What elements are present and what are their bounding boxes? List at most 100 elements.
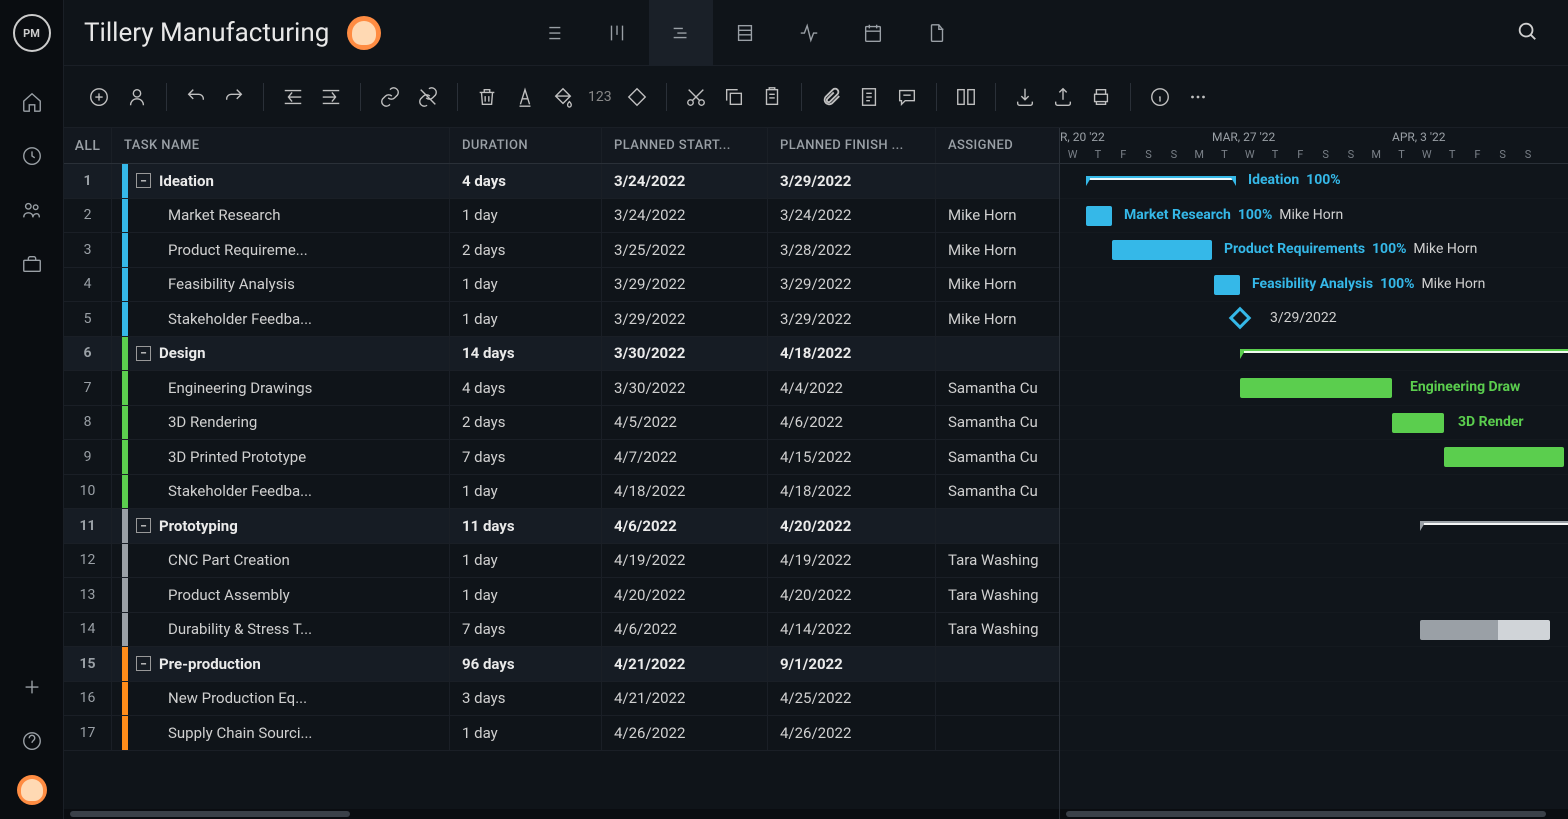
task-row[interactable]: 83D Rendering2 days4/5/20224/6/2022Saman…: [64, 406, 1059, 441]
task-name-cell[interactable]: −Design: [112, 337, 450, 371]
cell-finish[interactable]: 3/29/2022: [768, 164, 936, 198]
cell-finish[interactable]: 3/28/2022: [768, 233, 936, 267]
cell-dur[interactable]: 4 days: [450, 164, 602, 198]
gantt-row[interactable]: [1060, 475, 1568, 510]
task-row[interactable]: 4Feasibility Analysis1 day3/29/20223/29/…: [64, 268, 1059, 303]
cell-assigned[interactable]: [936, 164, 1059, 198]
cell-assigned[interactable]: Samantha Cu: [936, 406, 1059, 440]
cell-start[interactable]: 3/24/2022: [602, 199, 768, 233]
task-name-cell[interactable]: Product Assembly: [112, 578, 450, 612]
cell-assigned[interactable]: Samantha Cu: [936, 371, 1059, 405]
cell-finish[interactable]: 4/20/2022: [768, 509, 936, 543]
gantt-row[interactable]: [1060, 716, 1568, 751]
task-name-cell[interactable]: New Production Eq...: [112, 682, 450, 716]
recent-icon[interactable]: [12, 136, 52, 176]
row-number[interactable]: 12: [64, 544, 112, 578]
gantt-body[interactable]: Ideation 100%Market Research 100% Mike H…: [1060, 164, 1568, 809]
cell-dur[interactable]: 2 days: [450, 233, 602, 267]
cell-start[interactable]: 4/26/2022: [602, 716, 768, 750]
cell-dur[interactable]: 1 day: [450, 268, 602, 302]
cell-start[interactable]: 3/25/2022: [602, 233, 768, 267]
grid-hscroll[interactable]: [64, 809, 1059, 819]
task-name-cell[interactable]: Supply Chain Sourci...: [112, 716, 450, 750]
row-number[interactable]: 7: [64, 371, 112, 405]
team-icon[interactable]: [12, 190, 52, 230]
task-row[interactable]: 12CNC Part Creation1 day4/19/20224/19/20…: [64, 544, 1059, 579]
task-row[interactable]: 1−Ideation4 days3/24/20223/29/2022: [64, 164, 1059, 199]
collapse-icon[interactable]: −: [136, 656, 151, 671]
cell-assigned[interactable]: Tara Washing: [936, 578, 1059, 612]
cell-finish[interactable]: 3/29/2022: [768, 268, 936, 302]
view-file-icon[interactable]: [905, 0, 969, 66]
gantt-row[interactable]: 3/29/2022: [1060, 302, 1568, 337]
cell-assigned[interactable]: Mike Horn: [936, 233, 1059, 267]
row-number[interactable]: 10: [64, 475, 112, 509]
summary-bar[interactable]: [1240, 349, 1568, 355]
cell-assigned[interactable]: [936, 337, 1059, 371]
row-number[interactable]: 4: [64, 268, 112, 302]
task-name-cell[interactable]: Stakeholder Feedba...: [112, 475, 450, 509]
undo-icon[interactable]: [181, 82, 211, 112]
view-board-icon[interactable]: [585, 0, 649, 66]
cell-dur[interactable]: 96 days: [450, 647, 602, 681]
indent-icon[interactable]: [316, 82, 346, 112]
cell-assigned[interactable]: Mike Horn: [936, 268, 1059, 302]
gantt-hscroll[interactable]: [1060, 809, 1568, 819]
briefcase-icon[interactable]: [12, 244, 52, 284]
cell-dur[interactable]: 3 days: [450, 682, 602, 716]
summary-bar[interactable]: [1086, 176, 1236, 182]
task-row[interactable]: 93D Printed Prototype7 days4/7/20224/15/…: [64, 440, 1059, 475]
cell-dur[interactable]: 7 days: [450, 613, 602, 647]
row-number[interactable]: 15: [64, 647, 112, 681]
task-name-cell[interactable]: Feasibility Analysis: [112, 268, 450, 302]
cell-start[interactable]: 4/20/2022: [602, 578, 768, 612]
columns-icon[interactable]: [951, 82, 981, 112]
task-bar[interactable]: [1240, 378, 1392, 398]
col-header-assigned[interactable]: ASSIGNED: [936, 128, 1059, 163]
priority-icon[interactable]: [622, 82, 652, 112]
app-logo[interactable]: PM: [13, 14, 51, 52]
cell-start[interactable]: 4/7/2022: [602, 440, 768, 474]
view-list-icon[interactable]: [521, 0, 585, 66]
task-row[interactable]: 11−Prototyping11 days4/6/20224/20/2022: [64, 509, 1059, 544]
text-style-icon[interactable]: [510, 82, 540, 112]
cell-finish[interactable]: 4/14/2022: [768, 613, 936, 647]
cell-finish[interactable]: 3/24/2022: [768, 199, 936, 233]
cell-dur[interactable]: 4 days: [450, 371, 602, 405]
task-name-cell[interactable]: −Prototyping: [112, 509, 450, 543]
cell-assigned[interactable]: [936, 716, 1059, 750]
milestone-icon[interactable]: [1229, 307, 1252, 330]
col-header-name[interactable]: TASK NAME: [112, 128, 450, 163]
cell-assigned[interactable]: Samantha Cu: [936, 440, 1059, 474]
cell-assigned[interactable]: Samantha Cu: [936, 475, 1059, 509]
task-bar[interactable]: [1086, 206, 1112, 226]
project-owner-avatar[interactable]: [347, 16, 381, 50]
cell-dur[interactable]: 11 days: [450, 509, 602, 543]
task-bar[interactable]: [1420, 620, 1550, 640]
cell-dur[interactable]: 2 days: [450, 406, 602, 440]
task-name-cell[interactable]: 3D Printed Prototype: [112, 440, 450, 474]
fill-color-icon[interactable]: [548, 82, 578, 112]
row-number[interactable]: 9: [64, 440, 112, 474]
cell-start[interactable]: 3/24/2022: [602, 164, 768, 198]
gantt-row[interactable]: [1060, 682, 1568, 717]
user-avatar[interactable]: [17, 775, 47, 805]
task-row[interactable]: 10Stakeholder Feedba...1 day4/18/20224/1…: [64, 475, 1059, 510]
cell-start[interactable]: 3/30/2022: [602, 371, 768, 405]
cell-finish[interactable]: 4/18/2022: [768, 337, 936, 371]
row-number[interactable]: 6: [64, 337, 112, 371]
cell-assigned[interactable]: [936, 509, 1059, 543]
task-name-cell[interactable]: 3D Rendering: [112, 406, 450, 440]
cell-start[interactable]: 3/30/2022: [602, 337, 768, 371]
cell-finish[interactable]: 4/18/2022: [768, 475, 936, 509]
task-row[interactable]: 14Durability & Stress T...7 days4/6/2022…: [64, 613, 1059, 648]
cell-finish[interactable]: 4/20/2022: [768, 578, 936, 612]
search-icon[interactable]: [1506, 10, 1548, 56]
cell-assigned[interactable]: Mike Horn: [936, 199, 1059, 233]
cell-finish[interactable]: 4/6/2022: [768, 406, 936, 440]
cell-assigned[interactable]: [936, 647, 1059, 681]
gantt-row[interactable]: Engineering Draw: [1060, 371, 1568, 406]
row-number[interactable]: 11: [64, 509, 112, 543]
cell-finish[interactable]: 4/26/2022: [768, 716, 936, 750]
task-row[interactable]: 5Stakeholder Feedba...1 day3/29/20223/29…: [64, 302, 1059, 337]
